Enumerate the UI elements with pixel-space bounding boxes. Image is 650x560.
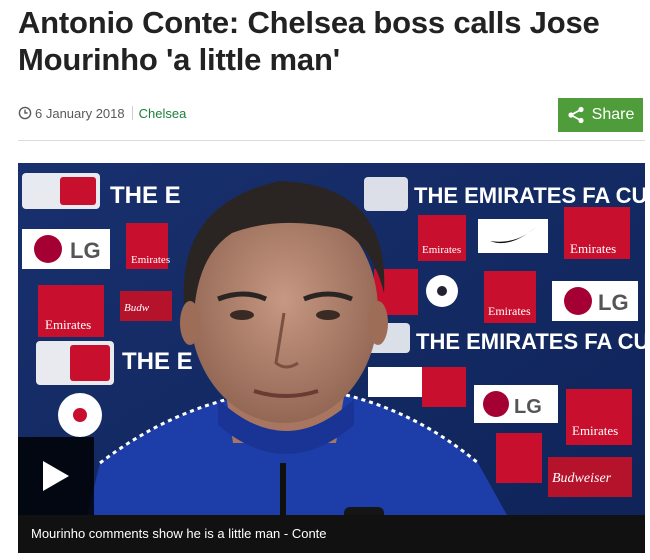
lg-logo: LG [474, 385, 558, 423]
svg-text:Budweiser: Budweiser [552, 471, 612, 486]
svg-text:Emirates: Emirates [131, 254, 170, 266]
backdrop-text: THE E [122, 348, 193, 375]
video-player[interactable]: THE E THE EMIRATES FA CUP LG Emirates Em… [18, 163, 645, 553]
backdrop-text: THE EMIRATES FA CUP [416, 329, 645, 354]
share-label: Share [591, 106, 635, 123]
article-headline: Antonio Conte: Chelsea boss calls Jose M… [18, 5, 600, 77]
share-icon [567, 106, 585, 124]
lg-logo: LG [22, 229, 110, 269]
emirates-logo: Emirates [564, 207, 630, 259]
emirates-logo: Emirates [126, 223, 170, 269]
svg-text:Emirates: Emirates [572, 423, 618, 438]
emirates-logo: Emirates [418, 215, 466, 261]
backdrop-text: THE E [110, 182, 181, 209]
fa-cup-logo [364, 177, 408, 211]
svg-text:Emirates: Emirates [570, 241, 616, 256]
svg-text:Emirates: Emirates [488, 304, 531, 318]
clock-icon [18, 106, 32, 120]
emirates-logo [422, 367, 466, 407]
svg-text:LG: LG [514, 396, 542, 418]
fa-cup-logo [36, 341, 114, 385]
article-date: 6 January 2018 [35, 105, 125, 121]
svg-text:Emirates: Emirates [45, 317, 91, 332]
nike-logo [368, 367, 428, 397]
share-button[interactable]: Share [558, 98, 643, 132]
emirates-logo: Emirates [566, 389, 632, 445]
nike-logo [478, 219, 548, 253]
budweiser-logo: Budweiser [548, 457, 632, 497]
emirates-logo [496, 433, 542, 483]
lg-logo: LG [552, 281, 638, 321]
meta-divider [131, 106, 133, 120]
video-still-frame: THE E THE EMIRATES FA CUP LG Emirates Em… [18, 163, 645, 553]
header-divider [18, 140, 645, 141]
football-icon [426, 275, 458, 307]
svg-text:Emirates: Emirates [422, 244, 461, 256]
category-link[interactable]: Chelsea [139, 106, 187, 121]
svg-text:LG: LG [70, 238, 101, 263]
backdrop-text: THE EMIRATES FA CUP [414, 183, 645, 208]
article-meta: 6 January 2018 Chelsea [18, 104, 186, 122]
emirates-logo: Emirates [38, 285, 104, 337]
fa-cup-logo [22, 173, 100, 209]
video-caption: Mourinho comments show he is a little ma… [18, 515, 645, 553]
football-icon [58, 393, 102, 437]
svg-text:LG: LG [598, 290, 629, 315]
svg-text:Budw: Budw [124, 302, 150, 314]
play-button[interactable] [18, 437, 94, 515]
emirates-logo: Emirates [484, 271, 536, 323]
play-icon [43, 461, 69, 491]
budweiser-logo: Budw [120, 291, 172, 321]
